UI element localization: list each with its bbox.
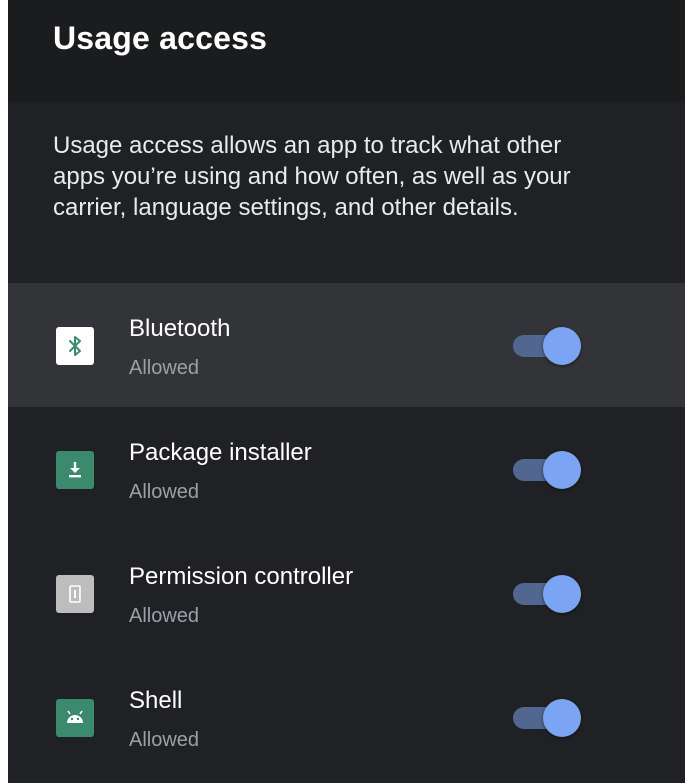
toggle-thumb: [543, 451, 581, 489]
download-icon: [56, 451, 94, 489]
page-title: Usage access: [53, 20, 268, 56]
header: Usage access: [8, 0, 685, 102]
permission-controller-icon: [56, 575, 94, 613]
toggle-thumb: [543, 575, 581, 613]
android-icon: [56, 699, 94, 737]
toggle-thumb: [543, 327, 581, 365]
app-row-shell[interactable]: Shell Allowed: [8, 655, 685, 779]
app-status: Allowed: [129, 481, 200, 503]
usage-access-screen: Usage access Usage access allows an app …: [8, 0, 685, 783]
bluetooth-icon: [56, 327, 94, 365]
shell-toggle[interactable]: [513, 699, 581, 737]
app-name: Bluetooth: [129, 315, 231, 342]
app-row-bluetooth[interactable]: Bluetooth Allowed: [8, 283, 685, 407]
app-row-permission-controller[interactable]: Permission controller Allowed: [8, 531, 685, 655]
bluetooth-toggle[interactable]: [513, 327, 581, 365]
app-list: Bluetooth Allowed Package installer Allo…: [8, 283, 685, 779]
app-name: Shell: [129, 687, 183, 714]
app-status: Allowed: [129, 729, 200, 751]
app-name: Permission controller: [129, 563, 354, 590]
toggle-thumb: [543, 699, 581, 737]
app-status: Allowed: [129, 357, 200, 379]
package-installer-toggle[interactable]: [513, 451, 581, 489]
permission-controller-toggle[interactable]: [513, 575, 581, 613]
app-status: Allowed: [129, 605, 200, 627]
app-row-package-installer[interactable]: Package installer Allowed: [8, 407, 685, 531]
usage-access-description: Usage access allows an app to track what…: [53, 132, 571, 221]
app-name: Package installer: [129, 439, 312, 466]
